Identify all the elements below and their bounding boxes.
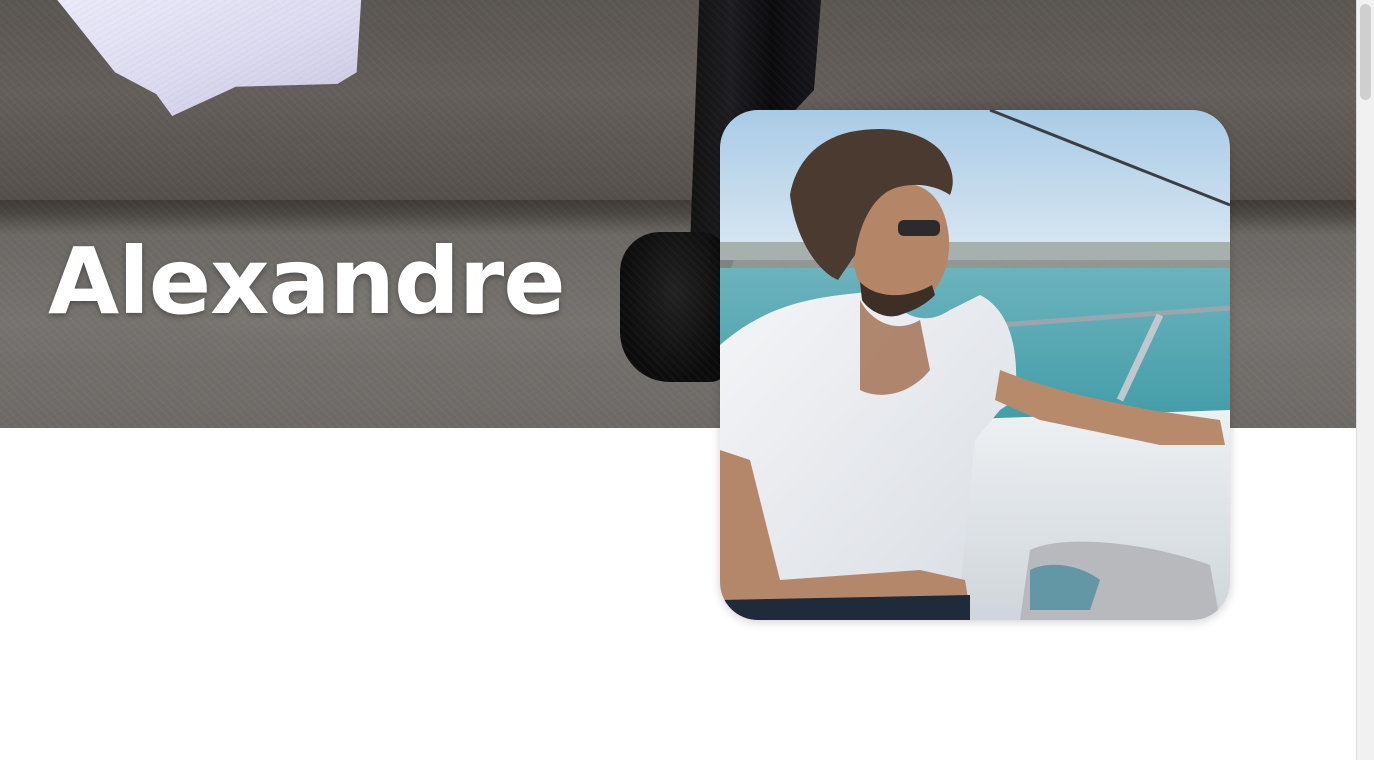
- scrollbar-thumb[interactable]: [1360, 4, 1371, 100]
- avatar[interactable]: [720, 110, 1230, 620]
- profile-name: Alexandre: [48, 228, 566, 335]
- vertical-scrollbar[interactable]: [1356, 0, 1374, 760]
- profile-page: Alexandre: [0, 0, 1374, 760]
- avatar-photo: [720, 110, 1230, 620]
